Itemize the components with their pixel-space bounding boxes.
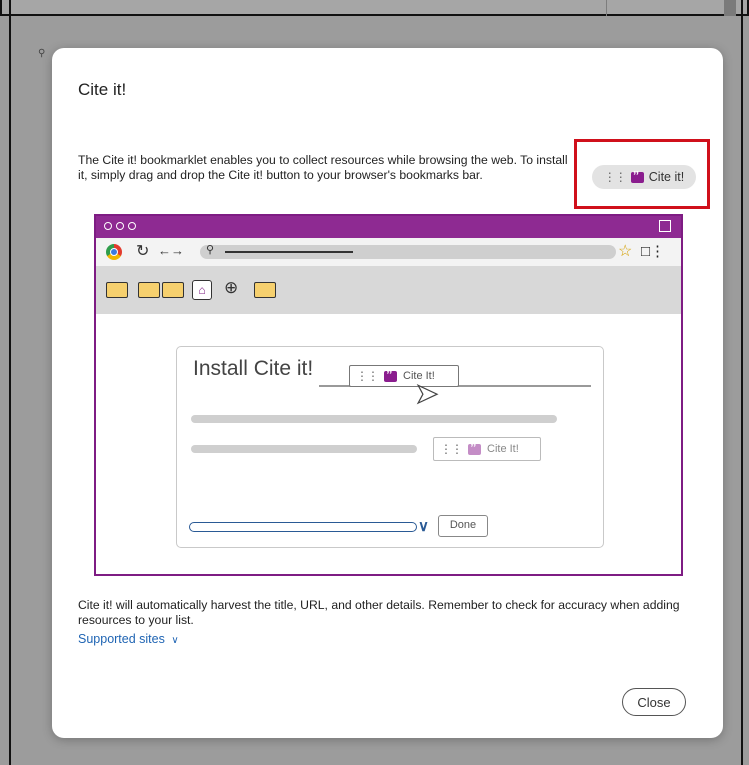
reload-icon: ↻ <box>136 243 150 260</box>
globe-icon: ⊕ <box>224 278 239 297</box>
harvest-info-text: Cite it! will automatically harvest the … <box>78 598 680 627</box>
background-scrollbar[interactable] <box>724 0 736 16</box>
drag-handle-icon: ⋮⋮ <box>440 442 463 456</box>
illustration-input-field <box>189 522 417 532</box>
illustration-url-bar: ⚲ <box>200 244 616 259</box>
intro-text: The Cite it! bookmarklet enables you to … <box>78 153 568 182</box>
window-maximize-icon <box>659 220 671 232</box>
extensions-icon: □⋮ <box>641 243 666 260</box>
background-left-border <box>9 0 11 765</box>
install-illustration: ↻ ←→ ⚲ ☆ □⋮ ⌂ ⊕ Install Cite it! ⋮⋮ Cite… <box>94 214 683 576</box>
illustration-bookmarks-bar: ⌂ ⊕ <box>96 266 681 314</box>
illustration-window-titlebar <box>96 216 681 238</box>
window-dot-icon <box>104 222 112 230</box>
folder-icon <box>138 282 160 298</box>
search-icon: ⚲ <box>38 48 46 59</box>
dialog-title: Cite it! <box>78 80 127 99</box>
library-icon: ⌂ <box>192 280 212 300</box>
illustration-button-slot-label: Cite It! <box>487 443 519 455</box>
back-forward-icon: ←→ <box>158 243 184 258</box>
background-right-border <box>741 0 743 765</box>
folder-icon <box>254 282 276 298</box>
illustration-browser-toolbar: ↻ ←→ ⚲ ☆ □⋮ <box>96 238 681 266</box>
chevron-down-icon: ∨ <box>171 635 179 646</box>
star-icon: ☆ <box>618 243 633 260</box>
supported-sites-label: Supported sites <box>78 632 165 646</box>
cursor-icon: ➤ <box>414 377 439 409</box>
folder-icon <box>162 282 184 298</box>
search-icon: ⚲ <box>206 244 215 256</box>
illustration-done-button: Done <box>438 515 488 537</box>
supported-sites-link[interactable]: Supported sites ∨ <box>78 632 179 646</box>
url-line <box>225 251 353 253</box>
background-divider <box>606 0 607 16</box>
placeholder-line <box>191 415 557 423</box>
window-dot-icon <box>128 222 136 230</box>
window-dot-icon <box>116 222 124 230</box>
quote-icon <box>384 367 397 382</box>
cite-it-dialog: Cite it! The Cite it! bookmarklet enable… <box>52 48 723 738</box>
highlight-box <box>574 139 710 209</box>
close-button[interactable]: Close <box>622 688 686 716</box>
placeholder-line <box>191 445 417 453</box>
chrome-icon <box>106 244 122 260</box>
drag-handle-icon: ⋮⋮ <box>356 369 379 383</box>
illustration-install-card: Install Cite it! ⋮⋮ Cite It! ➤ ⋮⋮ Cite I… <box>176 346 604 548</box>
folder-icon <box>106 282 128 298</box>
illustration-button-slot: ⋮⋮ Cite It! <box>433 437 541 461</box>
chevron-down-icon: ∨ <box>418 518 429 535</box>
quote-icon <box>468 440 481 455</box>
illustration-card-title: Install Cite it! <box>193 357 314 380</box>
background-search-box <box>0 0 749 16</box>
illustration-dragged-button: ⋮⋮ Cite It! <box>349 365 459 387</box>
